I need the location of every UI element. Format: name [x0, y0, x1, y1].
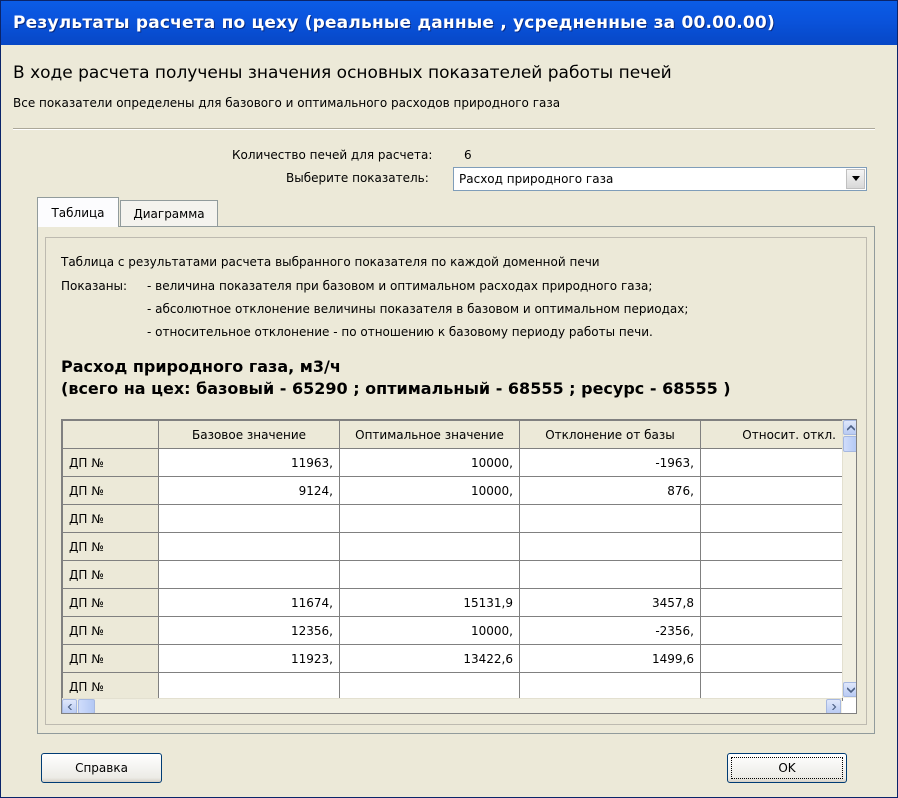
indicator-summary: (всего на цех: базовый - 65290 ; оптимал…	[61, 379, 731, 398]
results-grid[interactable]: Базовое значение Оптимальное значение От…	[61, 419, 857, 714]
cell-base[interactable]: 11963,	[158, 448, 340, 477]
cell-base[interactable]: 9124,	[158, 476, 340, 505]
panel-shown-item-2: - абсолютное отклонение величины показат…	[147, 302, 689, 316]
cell-relative[interactable]	[700, 532, 843, 561]
cell-optimal[interactable]	[339, 672, 520, 701]
table-row[interactable]: ДП №	[62, 532, 843, 561]
cell-optimal[interactable]: 13422,6	[339, 644, 520, 673]
table-row[interactable]: ДП № 11923, 13422,6 1499,6	[62, 644, 843, 673]
divider	[13, 128, 875, 130]
horizontal-scrollbar[interactable]	[62, 698, 842, 713]
panel-description: Таблица с результатами расчета выбранног…	[61, 255, 600, 269]
indicator-select[interactable]: Расход природного газа	[453, 167, 867, 191]
cell-deviation[interactable]: 1499,6	[519, 644, 701, 673]
ok-button[interactable]: OK	[727, 753, 847, 783]
row-label: ДП №	[62, 504, 159, 533]
cell-optimal[interactable]: 10000,	[339, 448, 520, 477]
panel-shown-label: Показаны:	[61, 279, 128, 293]
cell-deviation[interactable]	[519, 532, 701, 561]
cell-relative[interactable]	[700, 560, 843, 589]
results-window: Результаты расчета по цеху (реальные дан…	[0, 0, 898, 798]
row-label: ДП №	[62, 560, 159, 589]
cell-optimal[interactable]	[339, 532, 520, 561]
cell-relative[interactable]	[700, 448, 843, 477]
vertical-scroll-thumb[interactable]	[843, 436, 856, 452]
row-label: ДП №	[62, 588, 159, 617]
table-row[interactable]: ДП № 9124, 10000, 876,	[62, 476, 843, 505]
indicator-select-value: Расход природного газа	[459, 172, 614, 186]
cell-optimal[interactable]	[339, 504, 520, 533]
arrow-up-icon[interactable]	[843, 420, 856, 435]
table-row[interactable]: ДП №	[62, 560, 843, 589]
table-panel-frame: Таблица с результатами расчета выбранног…	[45, 237, 867, 725]
cell-relative[interactable]	[700, 672, 843, 701]
results-table: Базовое значение Оптимальное значение От…	[62, 420, 843, 701]
table-row[interactable]: ДП № 12356, 10000, -2356,	[62, 616, 843, 645]
panel-shown-item-3: - относительное отклонение - по отношени…	[147, 325, 653, 339]
cell-base[interactable]	[158, 672, 340, 701]
column-header-optimal[interactable]: Оптимальное значение	[339, 420, 520, 449]
vertical-scrollbar[interactable]	[842, 420, 856, 698]
cell-base[interactable]	[158, 504, 340, 533]
arrow-down-icon[interactable]	[843, 682, 856, 697]
indicator-title: Расход природного газа, м3/ч	[61, 357, 341, 376]
horizontal-scroll-thumb[interactable]	[78, 699, 95, 713]
row-label: ДП №	[62, 448, 159, 477]
cell-deviation[interactable]: 876,	[519, 476, 701, 505]
cell-deviation[interactable]: 3457,8	[519, 588, 701, 617]
intro-heading: В ходе расчета получены значения основны…	[13, 63, 672, 83]
chevron-down-icon[interactable]	[846, 169, 865, 189]
cell-relative[interactable]	[700, 476, 843, 505]
table-row[interactable]: ДП №	[62, 672, 843, 701]
cell-relative[interactable]	[700, 504, 843, 533]
cell-base[interactable]: 12356,	[158, 616, 340, 645]
tab-diagram[interactable]: Диаграмма	[120, 200, 218, 226]
cell-deviation[interactable]: -2356,	[519, 616, 701, 645]
cell-optimal[interactable]: 10000,	[339, 476, 520, 505]
furnace-count-value: 6	[464, 148, 472, 162]
column-header-deviation[interactable]: Отклонение от базы	[519, 420, 701, 449]
cell-base[interactable]: 11923,	[158, 644, 340, 673]
intro-subheading: Все показатели определены для базового и…	[13, 96, 561, 110]
column-header-relative[interactable]: Относит. откл.	[700, 420, 843, 449]
table-row[interactable]: ДП №	[62, 504, 843, 533]
cell-optimal[interactable]	[339, 560, 520, 589]
table-row[interactable]: ДП № 11674, 15131,9 3457,8	[62, 588, 843, 617]
cell-relative[interactable]	[700, 616, 843, 645]
cell-deviation[interactable]	[519, 672, 701, 701]
row-label: ДП №	[62, 616, 159, 645]
cell-deviation[interactable]: -1963,	[519, 448, 701, 477]
table-header-row: Базовое значение Оптимальное значение От…	[62, 420, 843, 449]
cell-base[interactable]	[158, 532, 340, 561]
furnace-count-label: Количество печей для расчета:	[232, 148, 433, 162]
table-row[interactable]: ДП № 11963, 10000, -1963,	[62, 448, 843, 477]
cell-optimal[interactable]: 10000,	[339, 616, 520, 645]
cell-base[interactable]	[158, 560, 340, 589]
indicator-select-label: Выберите показатель:	[286, 171, 429, 185]
row-label: ДП №	[62, 532, 159, 561]
arrow-left-icon[interactable]	[62, 699, 77, 713]
row-label: ДП №	[62, 644, 159, 673]
row-label: ДП №	[62, 672, 159, 701]
row-label: ДП №	[62, 476, 159, 505]
column-header-rowname	[62, 420, 159, 449]
cell-deviation[interactable]	[519, 504, 701, 533]
window-title: Результаты расчета по цеху (реальные дан…	[1, 1, 897, 45]
cell-optimal[interactable]: 15131,9	[339, 588, 520, 617]
cell-relative[interactable]	[700, 644, 843, 673]
cell-relative[interactable]	[700, 588, 843, 617]
tab-panel-table: Таблица с результатами расчета выбранног…	[37, 226, 875, 734]
cell-deviation[interactable]	[519, 560, 701, 589]
tab-table[interactable]: Таблица	[37, 197, 119, 227]
arrow-right-icon[interactable]	[826, 699, 841, 713]
panel-shown-item-1: - величина показателя при базовом и опти…	[147, 279, 653, 293]
cell-base[interactable]: 11674,	[158, 588, 340, 617]
help-button[interactable]: Справка	[41, 753, 162, 783]
column-header-base[interactable]: Базовое значение	[158, 420, 340, 449]
